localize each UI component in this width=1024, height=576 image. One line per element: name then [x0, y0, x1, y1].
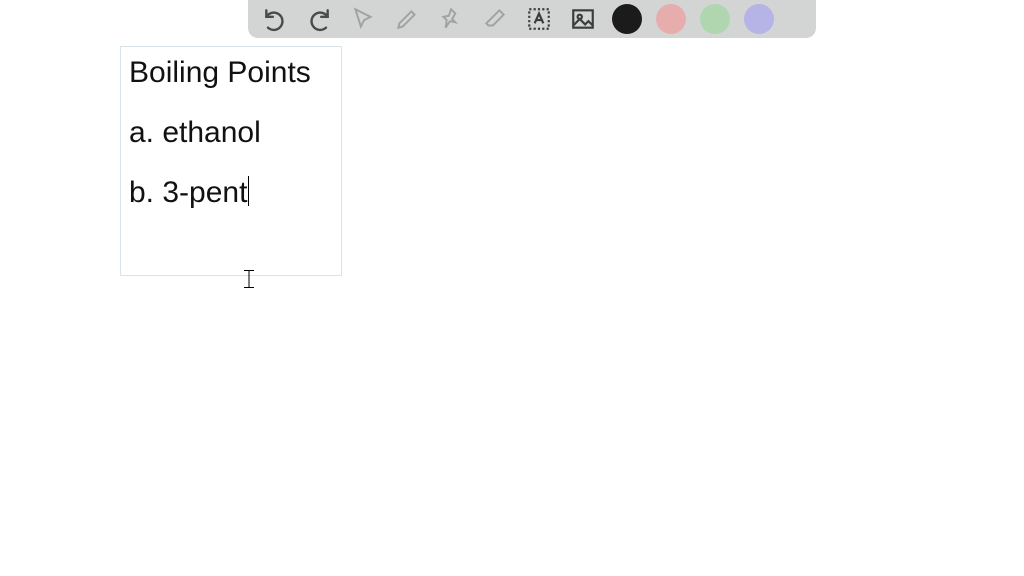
- color-black[interactable]: [612, 4, 642, 34]
- drawing-toolbar: [248, 0, 816, 38]
- color-red[interactable]: [656, 4, 686, 34]
- text-caret: [248, 176, 249, 206]
- text-line-b: b. 3-pent: [129, 175, 333, 211]
- redo-icon[interactable]: [304, 4, 334, 34]
- text-box[interactable]: Boiling Points a. ethanol b. 3-pent: [120, 46, 342, 276]
- text-title: Boiling Points: [129, 55, 333, 91]
- pointer-icon[interactable]: [348, 4, 378, 34]
- color-green[interactable]: [700, 4, 730, 34]
- image-tool-icon[interactable]: [568, 4, 598, 34]
- text-line-a: a. ethanol: [129, 115, 333, 151]
- text-tool-icon[interactable]: [524, 4, 554, 34]
- pen-icon[interactable]: [392, 4, 422, 34]
- undo-icon[interactable]: [260, 4, 290, 34]
- pin-icon[interactable]: [436, 4, 466, 34]
- color-purple[interactable]: [744, 4, 774, 34]
- eraser-icon[interactable]: [480, 4, 510, 34]
